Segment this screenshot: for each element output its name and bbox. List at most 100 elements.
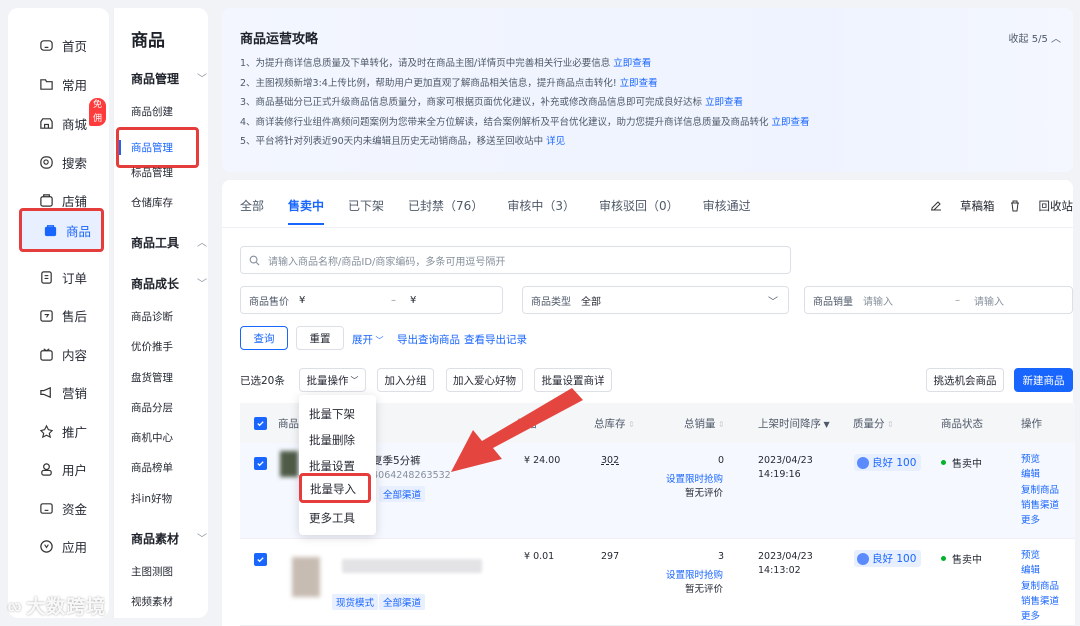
subnav-item-rank[interactable]: 商品榜单 xyxy=(131,460,173,475)
flash-sale-link[interactable]: 设置限时抢购 xyxy=(666,471,723,485)
sales-to[interactable]: 请输入 xyxy=(974,293,1004,308)
tab-reviewing[interactable]: 审核中（3） xyxy=(507,197,575,224)
guide-link[interactable]: 立即查看 xyxy=(620,78,658,89)
guide-link[interactable]: 立即查看 xyxy=(772,117,810,128)
product-thumbnail[interactable] xyxy=(280,451,298,477)
flash-sale-link[interactable]: 设置限时抢购 xyxy=(666,567,723,581)
subnav-group-growth[interactable]: 商品成长 ﹀ xyxy=(131,275,207,292)
add-group-button[interactable]: 加入分组 xyxy=(377,368,434,392)
tab-approved[interactable]: 审核通过 xyxy=(703,197,751,224)
tab-off-shelf[interactable]: 已下架 xyxy=(348,197,384,224)
recycle-button[interactable]: 回收站 xyxy=(1009,198,1073,214)
menu-item-more-tools[interactable]: 更多工具 xyxy=(309,510,355,526)
nav-item-users[interactable]: 用户 xyxy=(18,454,100,484)
quality-score-badge[interactable]: 良好 100 xyxy=(854,550,922,567)
sales-from[interactable]: 请输入 xyxy=(863,293,955,308)
subnav-item-warehouse[interactable]: 仓储库存 xyxy=(131,195,173,210)
expand-button[interactable]: 展开 ﹀ xyxy=(352,332,384,347)
col-sales[interactable]: 总销量 ⇕ xyxy=(684,416,725,431)
nav-item-funds[interactable]: 资金 xyxy=(18,493,100,523)
row-checkbox[interactable] xyxy=(254,457,267,470)
tab-on-sale[interactable]: 售卖中 xyxy=(288,197,325,225)
tab-actions: 草稿箱 回收站 xyxy=(916,198,1073,214)
price-from[interactable]: ¥ xyxy=(299,295,391,306)
listing-time: 14:13:02 xyxy=(758,565,801,576)
tab-banned[interactable]: 已封禁（76） xyxy=(408,197,483,224)
subnav-group-product-management[interactable]: 商品管理 ﹀ xyxy=(131,70,207,87)
subnav-item-manage[interactable]: 商品管理 xyxy=(116,127,199,168)
reset-button[interactable]: 重置 xyxy=(296,326,344,350)
batch-detail-button[interactable]: 批量设置商详 xyxy=(534,368,612,392)
more-link[interactable]: 更多 xyxy=(1021,609,1059,624)
copy-product-link[interactable]: 复制商品 xyxy=(1021,483,1059,498)
menu-item-batch-offshelf[interactable]: 批量下架 xyxy=(309,406,355,422)
product-title[interactable]: 夏季5分裤 xyxy=(372,453,421,468)
nav-item-aftersale[interactable]: 售后 xyxy=(18,300,100,330)
subnav-group-material[interactable]: 商品素材 ﹀ xyxy=(131,530,207,547)
subnav-item-create[interactable]: 商品创建 xyxy=(131,104,173,119)
price-to[interactable]: ¥ xyxy=(410,295,416,306)
sales-channel-link[interactable]: 销售渠道 xyxy=(1021,498,1059,513)
tab-rejected[interactable]: 审核驳回（0） xyxy=(599,197,679,224)
nav-item-content[interactable]: 内容 xyxy=(18,339,100,369)
nav-label: 订单 xyxy=(62,270,88,286)
subnav-item-image-test[interactable]: 主图测图 xyxy=(131,564,173,579)
stock-value[interactable]: 302 xyxy=(601,455,619,466)
nav-item-search[interactable]: 搜索 xyxy=(18,147,100,177)
more-link[interactable]: 更多 xyxy=(1021,513,1059,528)
edit-link[interactable]: 编辑 xyxy=(1021,563,1059,578)
guide-link[interactable]: 详见 xyxy=(546,136,565,147)
batch-operation-button[interactable]: 批量操作 ﹀ xyxy=(299,368,366,392)
copy-product-link[interactable]: 复制商品 xyxy=(1021,579,1059,594)
export-button[interactable]: 导出查询商品 xyxy=(397,332,460,347)
nav-item-products[interactable]: 商品 xyxy=(19,208,104,252)
subnav-item-diagnose[interactable]: 商品诊断 xyxy=(131,309,173,324)
subnav-item-douyin-goods[interactable]: 抖in好物 xyxy=(131,491,172,506)
subnav-item-standard[interactable]: 标品管理 xyxy=(131,165,173,180)
price-range-field[interactable]: 商品售价 ¥ – ¥ xyxy=(240,286,503,314)
nav-item-orders[interactable]: 订单 xyxy=(18,262,100,292)
col-stock[interactable]: 总库存 ⇕ xyxy=(594,416,635,431)
sales-channel-link[interactable]: 销售渠道 xyxy=(1021,594,1059,609)
nav-item-frequent[interactable]: 常用 xyxy=(18,69,100,99)
nav-item-mall[interactable]: 商城 免佣 xyxy=(18,98,107,138)
subnav-item-opportunity[interactable]: 商机中心 xyxy=(131,430,173,445)
export-log-button[interactable]: 查看导出记录 xyxy=(464,332,527,347)
col-listing-time[interactable]: 上架时间降序 ▼ xyxy=(758,416,830,431)
preview-link[interactable]: 预览 xyxy=(1021,452,1059,467)
col-quality[interactable]: 质量分 ⇕ xyxy=(853,416,894,431)
menu-item-batch-delete[interactable]: 批量删除 xyxy=(309,432,355,448)
product-type-select[interactable]: 商品类型 全部 ﹀ xyxy=(522,286,789,314)
pick-opportunity-button[interactable]: 挑选机会商品 xyxy=(926,368,1004,392)
quality-score-badge[interactable]: 良好 100 xyxy=(854,454,922,471)
subnav-item-inventory[interactable]: 盘货管理 xyxy=(131,370,173,385)
query-button[interactable]: 查询 xyxy=(240,326,288,350)
subnav-group-tools[interactable]: 商品工具 ︿ xyxy=(131,234,207,251)
preview-link[interactable]: 预览 xyxy=(1021,548,1059,563)
drafts-button[interactable]: 草稿箱 xyxy=(930,198,995,214)
col-price[interactable]: 价格 xyxy=(516,416,537,431)
menu-item-batch-settings[interactable]: 批量设置 xyxy=(309,458,355,474)
new-product-button[interactable]: 新建商品 xyxy=(1014,368,1073,392)
nav-item-marketing[interactable]: 营销 xyxy=(18,377,100,407)
add-love-goods-button[interactable]: 加入爱心好物 xyxy=(446,368,523,392)
guide-collapse-button[interactable]: 收起 5/5 ︿ xyxy=(1009,30,1061,45)
product-thumbnail[interactable] xyxy=(292,557,320,597)
search-input[interactable]: 请输入商品名称/商品ID/商家编码，多条可用逗号隔开 xyxy=(240,246,791,274)
select-all-checkbox[interactable] xyxy=(254,417,267,430)
nav-item-apps[interactable]: 应用 xyxy=(18,531,100,561)
row-checkbox[interactable] xyxy=(254,553,267,566)
sales-range-field[interactable]: 商品销量 请输入 – 请输入 xyxy=(804,286,1073,314)
nav-item-promote[interactable]: 推广 xyxy=(18,416,100,446)
tab-all[interactable]: 全部 xyxy=(240,197,264,224)
guide-link[interactable]: 立即查看 xyxy=(613,58,651,69)
subnav-item-tier[interactable]: 商品分层 xyxy=(131,400,173,415)
subnav-item-video[interactable]: 视频素材 xyxy=(131,594,173,609)
edit-link[interactable]: 编辑 xyxy=(1021,467,1059,482)
stock-value: 297 xyxy=(601,551,620,562)
nav-item-home[interactable]: 首页 xyxy=(18,30,100,60)
guide-link[interactable]: 立即查看 xyxy=(705,97,743,108)
guide-text: 3、商品基础分已正式升级商品信息质量分，商家可根据页面优化建议，补充或修改商品信… xyxy=(240,97,703,108)
subnav-item-price-push[interactable]: 优价推手 xyxy=(131,339,173,354)
menu-item-batch-import[interactable]: 批量导入 xyxy=(299,473,371,503)
